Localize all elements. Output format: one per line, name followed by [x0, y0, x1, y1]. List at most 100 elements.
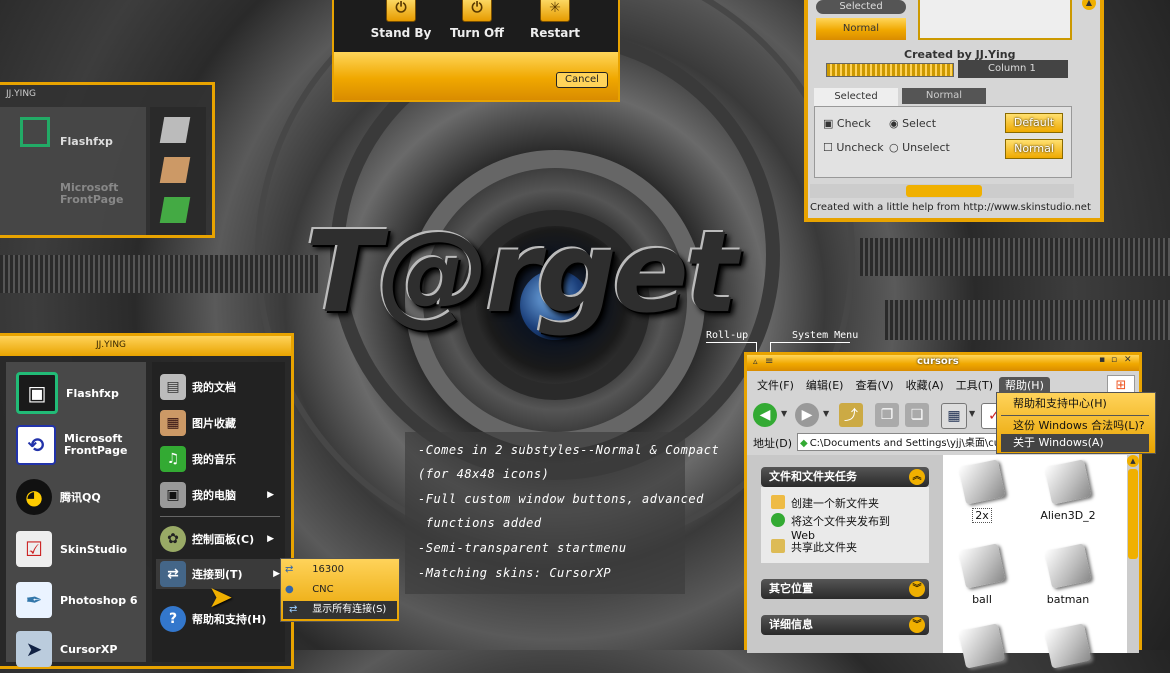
menu-favorites[interactable]: 收藏(A): [900, 377, 950, 395]
column-header[interactable]: Column 1: [958, 60, 1068, 78]
selected-item[interactable]: Selected: [816, 0, 906, 14]
details-header[interactable]: 详细信息 ︾: [761, 615, 929, 635]
task-share-folder[interactable]: 共享此文件夹: [771, 539, 857, 555]
cursor-file-icon: [1044, 623, 1092, 669]
menu-view[interactable]: 查看(V): [849, 377, 899, 395]
chevron-right-icon: ▶: [267, 534, 274, 544]
menu-divider: [1001, 415, 1149, 416]
file-item[interactable]: batman: [1033, 543, 1103, 606]
views-button[interactable]: ▦: [941, 403, 967, 429]
normal-button[interactable]: Normal: [1005, 139, 1063, 159]
pictures-icon[interactable]: [159, 157, 191, 183]
turnoff-button[interactable]: ⏻: [462, 0, 492, 22]
start-item-documents[interactable]: ▤ 我的文档: [160, 372, 236, 402]
explorer-titlebar[interactable]: ▵ ≡ cursors ▪ ▫ ✕: [747, 355, 1139, 371]
start-item-label: 控制面板(C): [192, 533, 255, 546]
menu-edit[interactable]: 编辑(E): [800, 377, 850, 395]
compact-item[interactable]: Flashfxp: [60, 135, 113, 148]
submenu-label: 显示所有连接(S): [312, 604, 387, 615]
start-item-flashfxp[interactable]: ▣ Flashfxp: [16, 372, 119, 414]
start-item-label: 我的文档: [192, 381, 236, 394]
tab-normal[interactable]: Normal: [902, 88, 986, 104]
start-item-computer[interactable]: ▣ 我的电脑 ▶: [160, 480, 282, 510]
scroll-up-icon[interactable]: ▲: [1082, 0, 1096, 10]
file-item[interactable]: [947, 623, 1017, 673]
help-center-item[interactable]: 帮助和支持中心(H): [1001, 395, 1149, 413]
task-new-folder[interactable]: 创建一个新文件夹: [771, 495, 879, 511]
system-menu-button[interactable]: ≡: [765, 356, 773, 367]
move-button[interactable]: ❏: [905, 403, 929, 427]
feature-line: -Full custom window buttons, advanced: [418, 492, 704, 506]
submenu-item-cnc[interactable]: ● CNC: [285, 581, 395, 599]
restart-button[interactable]: ✳: [540, 0, 570, 22]
scroll-thumb[interactable]: [1128, 469, 1138, 559]
feature-line: functions added: [418, 516, 542, 530]
expand-chevron-icon[interactable]: ︾: [909, 617, 925, 633]
globe-icon: [771, 513, 785, 527]
back-button[interactable]: ◀: [753, 403, 777, 427]
tasks-header[interactable]: 文件和文件夹任务 ︽: [761, 467, 929, 487]
rollup-button[interactable]: ▵: [753, 357, 758, 367]
shutdown-footer: Cancel: [334, 52, 618, 100]
start-item-photoshop[interactable]: ✒ Photoshop 6: [16, 579, 138, 621]
about-windows-item[interactable]: 关于 Windows(A): [1001, 434, 1149, 452]
expand-chevron-icon[interactable]: ︾: [909, 581, 925, 597]
check-checkbox[interactable]: ▣ Check: [823, 117, 871, 130]
menu-tools[interactable]: 工具(T): [950, 377, 999, 395]
vertical-scrollbar[interactable]: ▲: [1127, 455, 1139, 653]
normal-item[interactable]: Normal: [816, 18, 906, 40]
select-label: Select: [902, 117, 937, 130]
menu-divider: [160, 516, 280, 517]
start-item-cursorxp[interactable]: ➤ CursorXP: [16, 628, 117, 670]
select-radio[interactable]: ◉ Select: [889, 117, 936, 130]
tab-selected[interactable]: Selected: [814, 88, 898, 106]
maximize-button[interactable]: ▫: [1111, 355, 1117, 365]
task-publish-web[interactable]: 将这个文件夹发布到 Web: [771, 513, 911, 542]
share-folder-icon: [771, 539, 785, 553]
start-item-skinstudio[interactable]: ☑ SkinStudio: [16, 528, 127, 570]
documents-icon[interactable]: [159, 117, 191, 143]
hscroll-thumb[interactable]: [906, 185, 982, 197]
forward-dropdown-icon[interactable]: ▼: [823, 409, 829, 418]
skinstudio-panel: Selected Normal ▲ Created by JJ.Ying Col…: [804, 0, 1104, 222]
cursor-file-icon: [958, 459, 1006, 505]
start-item-qq[interactable]: ◕ 腾讯QQ: [16, 476, 101, 518]
other-places-header[interactable]: 其它位置 ︾: [761, 579, 929, 599]
views-dropdown-icon[interactable]: ▼: [969, 409, 975, 418]
file-item[interactable]: Alien3D_2: [1033, 459, 1103, 522]
genuine-windows-item[interactable]: 这份 Windows 合法吗(L)?: [1001, 417, 1149, 435]
file-item[interactable]: 2x: [947, 459, 1017, 523]
file-item[interactable]: [1033, 623, 1103, 673]
start-item-frontpage[interactable]: ⟲ Microsoft FrontPage: [16, 424, 144, 466]
standby-button[interactable]: ⏻: [386, 0, 416, 22]
hscroll-bar[interactable]: [810, 184, 1074, 198]
start-item-music[interactable]: ♫ 我的音乐: [160, 444, 236, 474]
collapse-chevron-icon[interactable]: ︽: [909, 469, 925, 485]
start-item-control-panel[interactable]: ✿ 控制面板(C) ▶: [160, 524, 282, 554]
scroll-up-icon[interactable]: ▲: [1127, 455, 1139, 467]
menu-file[interactable]: 文件(F): [751, 377, 800, 395]
globe-icon: ●: [285, 584, 294, 595]
back-dropdown-icon[interactable]: ▼: [781, 409, 787, 418]
start-item-label: 我的电脑: [192, 489, 236, 502]
uncheck-checkbox[interactable]: ☐ Uncheck: [823, 141, 884, 154]
text-field[interactable]: [918, 0, 1072, 40]
feature-line: -Comes in 2 substyles--Normal & Compact: [418, 443, 720, 457]
submenu-item-show-all[interactable]: ⇄ 显示所有连接(S): [283, 601, 397, 619]
cancel-button[interactable]: Cancel: [556, 72, 608, 88]
forward-button[interactable]: ▶: [795, 403, 819, 427]
music-icon[interactable]: [159, 197, 191, 223]
user-name: JJ.YING: [96, 340, 127, 350]
submenu-item-16300[interactable]: ⇄ 16300: [285, 561, 395, 579]
close-button[interactable]: ✕: [1124, 355, 1132, 365]
default-button[interactable]: Default: [1005, 113, 1063, 133]
file-item[interactable]: ball: [947, 543, 1017, 606]
shutdown-buttons: ⏻ Stand By ⏻ Turn Off ✳ Restart: [334, 0, 618, 48]
up-folder-button[interactable]: ⤴: [839, 403, 863, 427]
minimize-button[interactable]: ▪: [1099, 355, 1105, 365]
start-item-pictures[interactable]: ▦ 图片收藏: [160, 408, 236, 438]
unselect-radio[interactable]: ○ Unselect: [889, 141, 950, 154]
compact-item[interactable]: FrontPage: [60, 193, 123, 206]
copy-button[interactable]: ❐: [875, 403, 899, 427]
music-icon: ♫: [160, 446, 186, 472]
